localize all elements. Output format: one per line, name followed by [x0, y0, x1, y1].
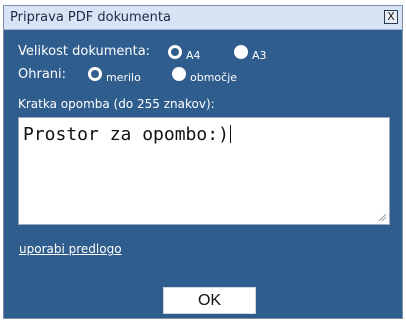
radio-a4[interactable] — [168, 45, 182, 59]
note-text: Prostor za opombo:) — [23, 124, 231, 145]
text-caret — [229, 125, 231, 143]
size-label: Velikost dokumenta: — [18, 44, 151, 59]
note-textarea[interactable]: Prostor za opombo:) — [18, 117, 390, 225]
ok-button[interactable]: OK — [163, 287, 256, 314]
pdf-dialog: Priprava PDF dokumenta X Velikost dokume… — [3, 5, 403, 319]
radio-merilo-label: merilo — [106, 71, 141, 84]
dialog-title: Priprava PDF dokumenta — [10, 10, 171, 25]
radio-merilo[interactable] — [88, 67, 102, 81]
radio-obmocje-label: območje — [190, 71, 238, 84]
radio-a3[interactable] — [234, 45, 248, 59]
resize-grip-icon[interactable] — [377, 212, 387, 222]
radio-obmocje[interactable] — [172, 67, 186, 81]
note-value: Prostor za opombo:) — [23, 124, 229, 145]
note-label: Kratka opomba (do 255 znakov): — [18, 97, 215, 111]
keep-label: Ohrani: — [18, 67, 67, 82]
close-button[interactable]: X — [384, 10, 398, 24]
use-template-link[interactable]: uporabi predlogo — [19, 242, 122, 256]
radio-a3-label: A3 — [252, 49, 267, 62]
titlebar: Priprava PDF dokumenta X — [4, 6, 402, 30]
radio-a4-label: A4 — [186, 49, 201, 62]
